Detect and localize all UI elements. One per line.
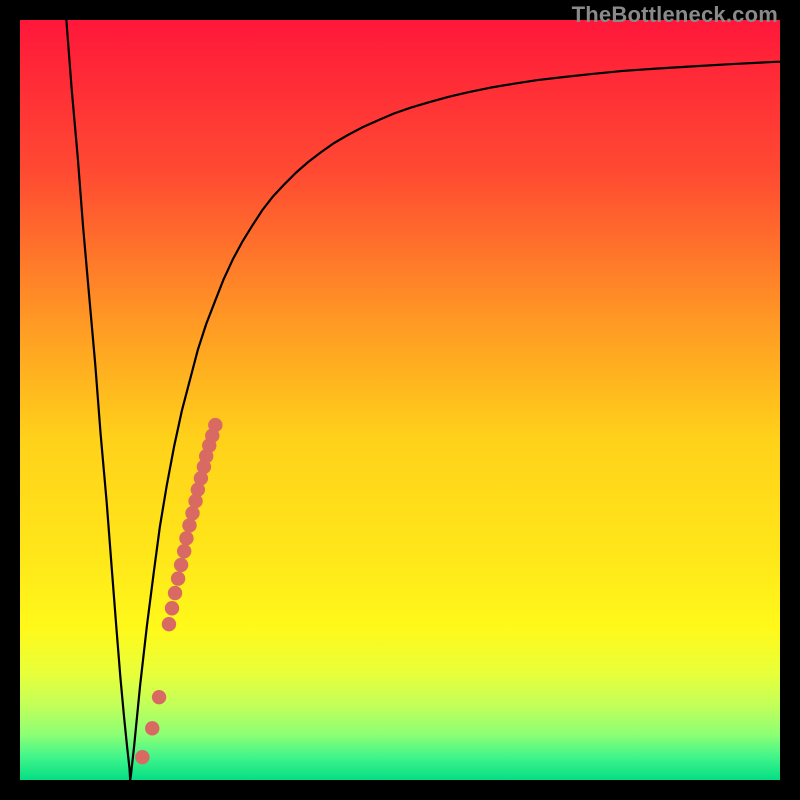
data-point [208,418,222,432]
data-point [152,690,166,704]
data-point [171,571,185,585]
data-point [174,558,188,572]
data-point [165,601,179,615]
gradient-background [20,20,780,780]
chart-frame: TheBottleneck.com [0,0,800,800]
watermark-text: TheBottleneck.com [572,2,778,28]
data-point [162,617,176,631]
chart-svg [20,20,780,780]
data-point [145,721,159,735]
data-point [185,506,199,520]
data-point [179,531,193,545]
plot-area [20,20,780,780]
data-point [182,518,196,532]
data-point [135,750,149,764]
data-point [168,586,182,600]
data-point [177,544,191,558]
